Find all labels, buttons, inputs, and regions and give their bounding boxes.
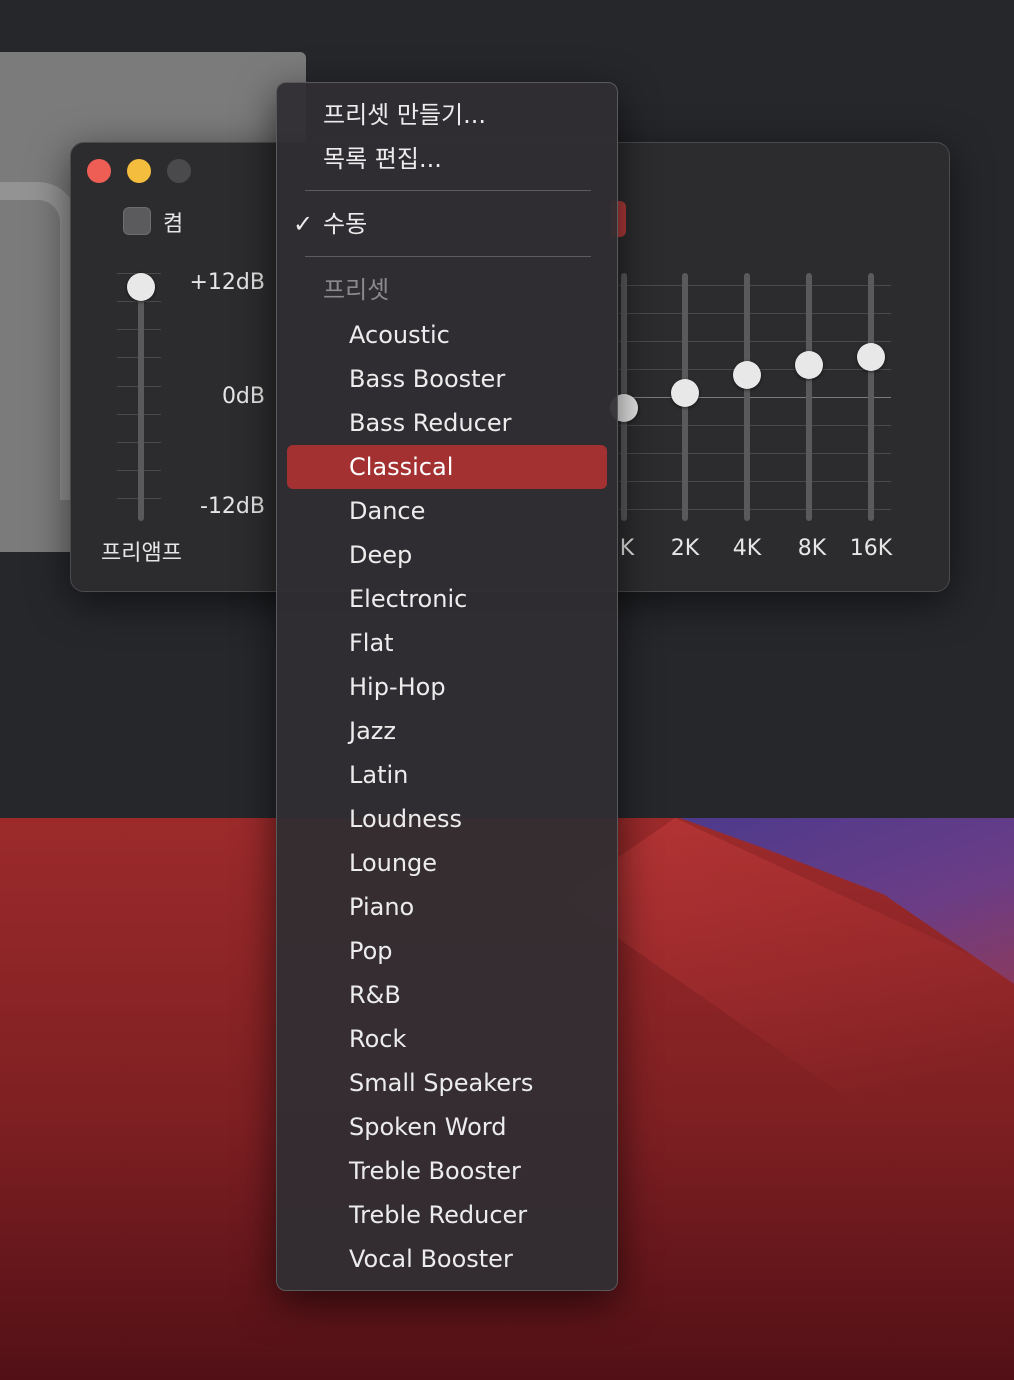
band-label-16k: 16K: [849, 536, 893, 561]
band-slider-8k[interactable]: [794, 273, 824, 521]
menu-item-label: Small Speakers: [349, 1069, 534, 1097]
zoom-button[interactable]: [167, 159, 191, 183]
band-slider-knob[interactable]: [671, 379, 699, 407]
menu-item-bass-booster[interactable]: Bass Booster: [277, 357, 617, 401]
menu-item-edit-list[interactable]: 목록 편집...: [277, 137, 617, 181]
menu-item-label: Electronic: [349, 585, 468, 613]
band-slider-knob[interactable]: [733, 361, 761, 389]
db-bottom-label: -12dB: [200, 494, 265, 519]
menu-separator: [305, 190, 591, 191]
music-note-icon: [0, 182, 78, 500]
menu-item-label: Hip-Hop: [349, 673, 446, 701]
menu-item-lounge[interactable]: Lounge: [277, 841, 617, 885]
close-button[interactable]: [87, 159, 111, 183]
band-slider-16k[interactable]: [856, 273, 886, 521]
band-label-2k: 2K: [670, 536, 700, 561]
menu-item-label: Flat: [349, 629, 394, 657]
menu-item-pop[interactable]: Pop: [277, 929, 617, 973]
menu-item-label: Latin: [349, 761, 409, 789]
menu-item-rock[interactable]: Rock: [277, 1017, 617, 1061]
menu-item-hip-hop[interactable]: Hip-Hop: [277, 665, 617, 709]
menu-item-loudness[interactable]: Loudness: [277, 797, 617, 841]
menu-item-piano[interactable]: Piano: [277, 885, 617, 929]
band-slider-track: [806, 273, 812, 521]
menu-section-header-presets: 프리셋: [277, 268, 617, 312]
menu-item-label: Piano: [349, 893, 415, 921]
menu-section-label: 프리셋: [323, 276, 390, 304]
menu-item-label: 프리셋 만들기...: [323, 101, 486, 129]
band-slider-2k[interactable]: [670, 273, 700, 521]
menu-item-vocal-booster[interactable]: Vocal Booster: [277, 1237, 617, 1281]
menu-item-label: Lounge: [349, 849, 438, 877]
band-label-4k: 4K: [732, 536, 762, 561]
band-label-8k: 8K: [797, 536, 827, 561]
menu-item-label: Loudness: [349, 805, 463, 833]
menu-item-label: Treble Booster: [349, 1157, 521, 1185]
menu-item-treble-booster[interactable]: Treble Booster: [277, 1149, 617, 1193]
preamp-slider-track: [138, 273, 144, 521]
menu-item-latin[interactable]: Latin: [277, 753, 617, 797]
band-slider-track: [868, 273, 874, 521]
menu-item-label: R&B: [349, 981, 401, 1009]
db-top-label: +12dB: [189, 270, 266, 295]
preset-dropdown-menu: 프리셋 만들기... 목록 편집... ✓ 수동 프리셋 Acoustic Ba…: [276, 82, 618, 1291]
menu-item-label: Acoustic: [349, 321, 450, 349]
menu-separator: [305, 256, 591, 257]
menu-item-label: Bass Reducer: [349, 409, 512, 437]
band-slider-knob[interactable]: [795, 351, 823, 379]
on-checkbox-label: 켬: [163, 212, 184, 237]
menu-item-jazz[interactable]: Jazz: [277, 709, 617, 753]
menu-item-treble-reducer[interactable]: Treble Reducer: [277, 1193, 617, 1237]
menu-item-label: Rock: [349, 1025, 407, 1053]
preamp-slider[interactable]: [126, 273, 156, 521]
menu-item-label: Classical: [349, 453, 454, 481]
menu-item-label: Pop: [349, 937, 393, 965]
menu-item-label: Vocal Booster: [349, 1245, 513, 1273]
db-mid-label: 0dB: [221, 384, 265, 409]
band-slider-track: [744, 273, 750, 521]
menu-item-bass-reducer[interactable]: Bass Reducer: [277, 401, 617, 445]
band-slider-knob[interactable]: [857, 343, 885, 371]
on-checkbox[interactable]: [123, 207, 151, 235]
preamp-slider-knob[interactable]: [127, 273, 155, 301]
menu-item-label: Dance: [349, 497, 426, 525]
menu-item-label: 수동: [323, 210, 368, 238]
minimize-button[interactable]: [127, 159, 151, 183]
menu-item-label: Jazz: [349, 717, 396, 745]
menu-item-rnb[interactable]: R&B: [277, 973, 617, 1017]
checkmark-icon: ✓: [293, 210, 314, 238]
menu-item-small-speakers[interactable]: Small Speakers: [277, 1061, 617, 1105]
menu-item-manual[interactable]: ✓ 수동: [277, 202, 617, 246]
menu-item-flat[interactable]: Flat: [277, 621, 617, 665]
menu-item-deep[interactable]: Deep: [277, 533, 617, 577]
menu-item-label: Deep: [349, 541, 413, 569]
menu-item-create-preset[interactable]: 프리셋 만들기...: [277, 93, 617, 137]
menu-item-label: Spoken Word: [349, 1113, 507, 1141]
menu-item-label: Treble Reducer: [349, 1201, 528, 1229]
band-slider-4k[interactable]: [732, 273, 762, 521]
menu-item-electronic[interactable]: Electronic: [277, 577, 617, 621]
menu-item-acoustic[interactable]: Acoustic: [277, 313, 617, 357]
preamp-label: 프리앰프: [101, 541, 182, 566]
menu-item-classical[interactable]: Classical: [287, 445, 607, 489]
menu-item-label: Bass Booster: [349, 365, 506, 393]
menu-item-spoken-word[interactable]: Spoken Word: [277, 1105, 617, 1149]
menu-item-label: 목록 편집...: [323, 145, 442, 173]
menu-item-dance[interactable]: Dance: [277, 489, 617, 533]
